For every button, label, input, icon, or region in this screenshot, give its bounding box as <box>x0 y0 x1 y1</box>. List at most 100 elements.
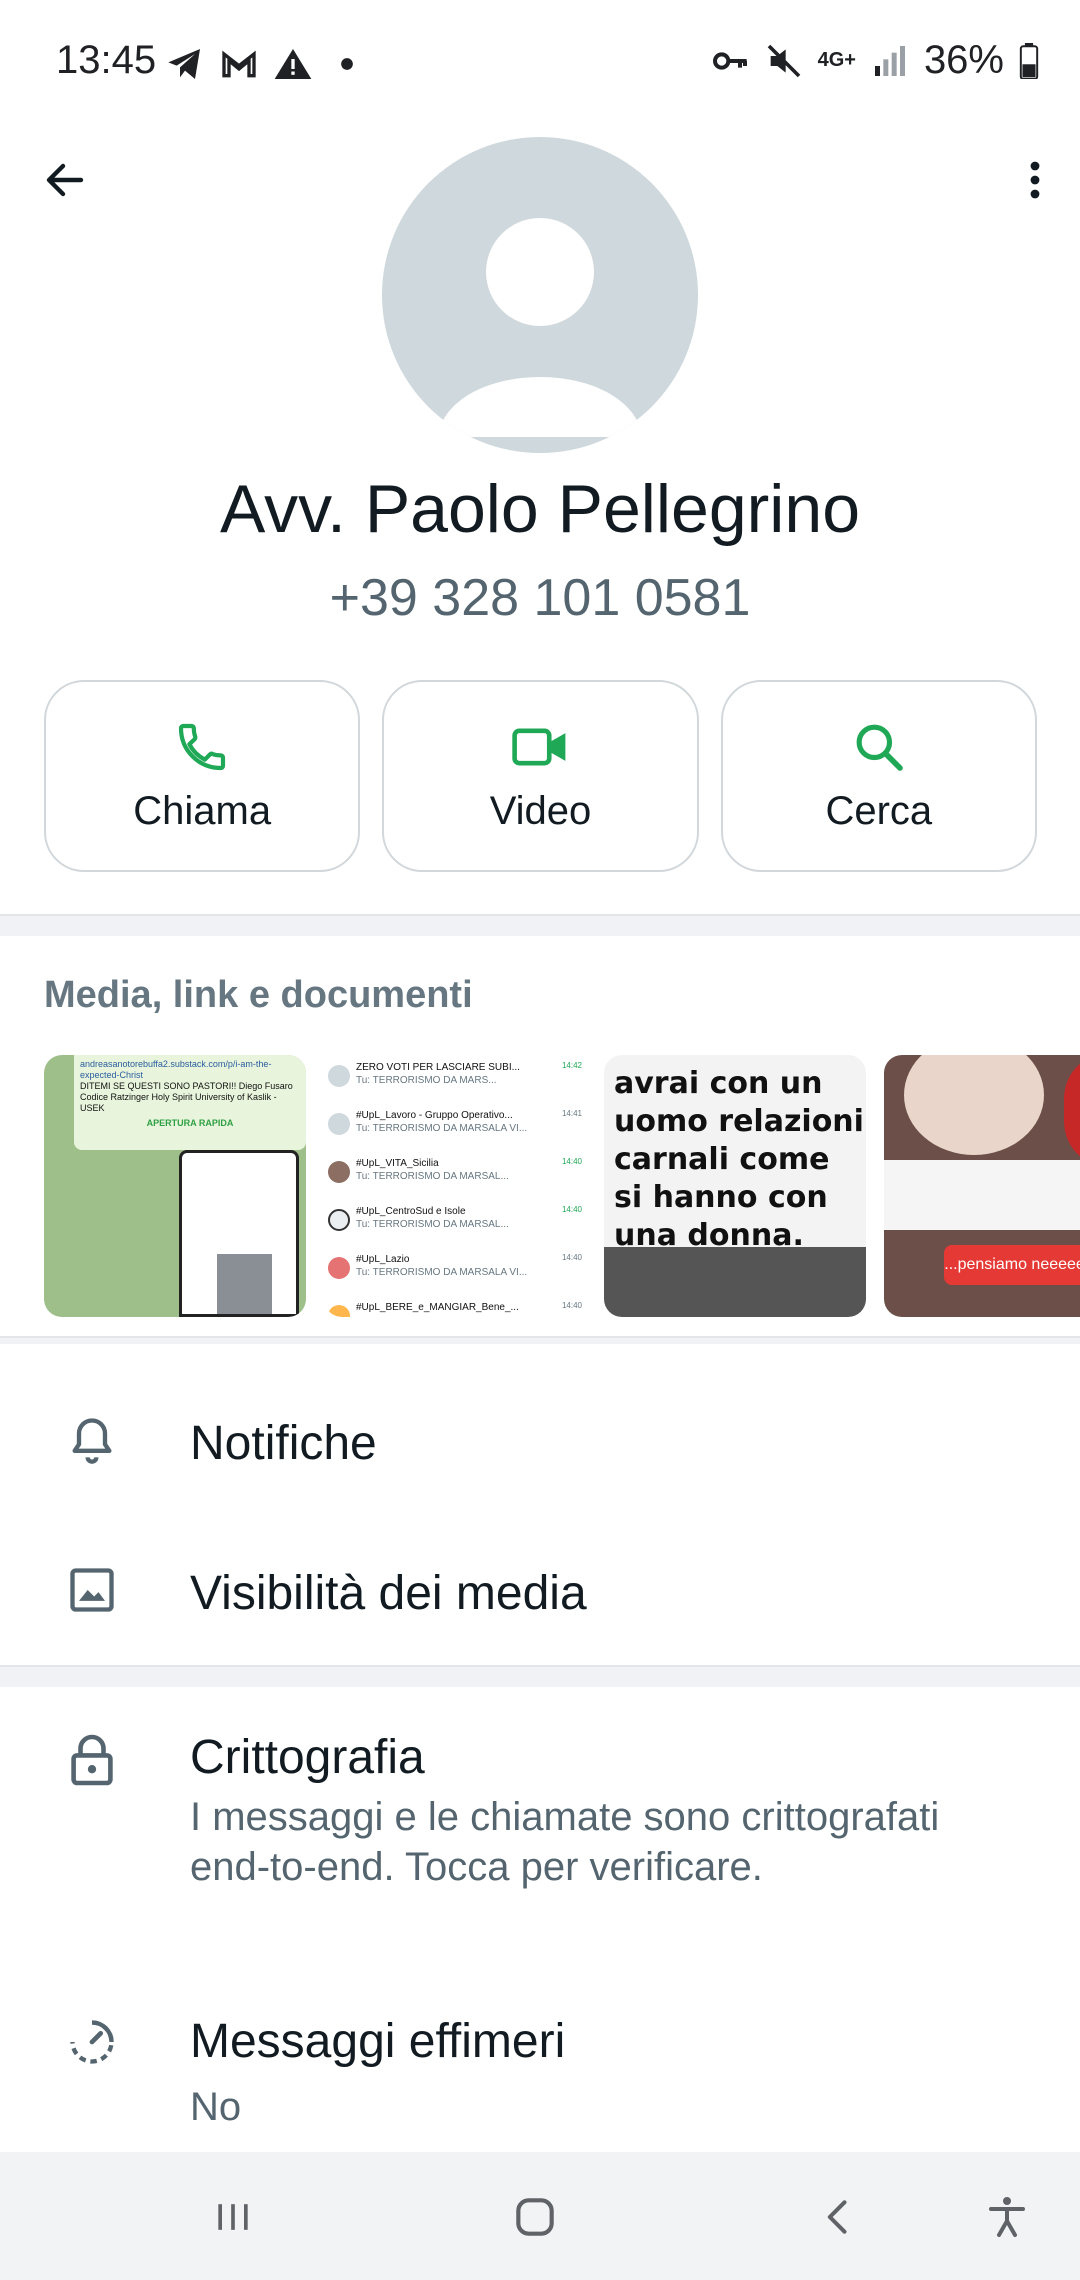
chat-title: #UpL_VITA_Sicilia <box>356 1158 439 1169</box>
chat-preview: Tu: TERRORISMO DA MARSALA VI... <box>356 1123 528 1134</box>
alert-icon <box>274 49 312 79</box>
ephemeral-messages-value: No <box>190 2085 242 2129</box>
media-strip[interactable]: andreasanotorebuffa2.substack.com/p/i-am… <box>44 1055 1080 1317</box>
avatar <box>328 1065 350 1087</box>
avatar <box>328 1161 350 1183</box>
chat-preview: Tu: TERRORISMO DA MARSAL... <box>356 1219 509 1230</box>
chat-title: #UpL_BERE_e_MANGIAR_Bene_... <box>356 1302 519 1313</box>
accessibility-icon <box>989 2197 1025 2237</box>
chat-time: 14:42 <box>561 1061 582 1070</box>
chat-title: ZERO VOTI PER LASCIARE SUBI... <box>356 1062 520 1073</box>
section-divider <box>0 914 1080 936</box>
screenshot-band <box>884 1160 1080 1230</box>
chat-title: #UpL_Lazio <box>356 1254 410 1265</box>
dot-icon <box>341 58 353 70</box>
video-label: Video <box>489 788 592 833</box>
battery-icon <box>1019 42 1039 79</box>
avatar[interactable] <box>382 137 698 453</box>
video-icon <box>512 728 566 765</box>
chat-time: 14:40 <box>561 1157 582 1166</box>
timer-icon <box>62 2012 122 2072</box>
search-button[interactable]: Cerca <box>720 680 1037 872</box>
signal-icon <box>874 45 905 76</box>
media-thumbnail[interactable]: ...pensiamo neeeeee <box>884 1055 1080 1317</box>
photo-region <box>904 1055 1044 1155</box>
video-button[interactable]: Video <box>382 680 699 872</box>
media-visibility-label: Visibilità dei media <box>190 1567 587 1620</box>
media-thumbnail[interactable]: ZERO VOTI PER LASCIARE SUBI... Tu: TERROR… <box>324 1055 586 1317</box>
preview-open-text: APERTURA RAPIDA <box>146 1118 234 1128</box>
avatar <box>328 1209 350 1231</box>
network-4g-icon: 4G+ <box>817 49 856 71</box>
default-avatar-icon <box>437 218 643 437</box>
vpn-key-icon <box>712 51 747 70</box>
preview-body-text: DITEMI SE QUESTI SONO PASTORI!! Diego Fu… <box>80 1081 293 1113</box>
contact-name: Avv. Paolo Pellegrino <box>219 471 861 547</box>
accessibility-button[interactable] <box>972 2182 1042 2252</box>
section-divider <box>0 1336 1080 1344</box>
system-nav-bar <box>0 2152 1080 2280</box>
media-thumbnail[interactable]: andreasanotorebuffa2.substack.com/p/i-am… <box>44 1055 306 1317</box>
avatar <box>328 1257 350 1279</box>
meme-text: avrai con un uomo relazioni carnali come… <box>614 1066 864 1253</box>
telegram-icon <box>168 49 200 79</box>
section-divider <box>0 1665 1080 1687</box>
preview-link-text: andreasanotorebuffa2.substack.com/p/i-am… <box>80 1059 272 1080</box>
chat-preview: Tu: TERRORISMO DA MARSALA VI... <box>356 1267 528 1278</box>
call-button[interactable]: Chiama <box>44 680 361 872</box>
contact-phone: +39 328 101 0581 <box>329 569 751 627</box>
link-preview: andreasanotorebuffa2.substack.com/p/i-am… <box>74 1055 306 1150</box>
back-nav-button[interactable] <box>804 2182 874 2252</box>
recents-icon <box>218 2204 248 2230</box>
avatar <box>328 1113 350 1135</box>
chat-title: #UpL_CentroSud e Isole <box>356 1206 466 1217</box>
call-label: Chiama <box>133 788 272 833</box>
chat-time: 14:40 <box>561 1253 582 1262</box>
back-button[interactable] <box>30 145 100 215</box>
ephemeral-messages-row[interactable]: Messaggi effimeri No <box>0 2000 1080 2140</box>
status-bar: 13:45 4G+ 36% <box>0 0 1080 130</box>
home-icon <box>516 2198 554 2236</box>
list-item: #UpL_Lavoro - Gruppo Operativo... Tu: TER… <box>328 1109 582 1157</box>
photo <box>217 1254 272 1314</box>
lock-icon <box>62 1730 122 1790</box>
chat-time: 14:40 <box>561 1301 582 1310</box>
back-icon <box>827 2200 847 2234</box>
chat-title: #UpL_Lavoro - Gruppo Operativo... <box>356 1110 513 1121</box>
ephemeral-messages-label: Messaggi effimeri <box>190 2015 566 2068</box>
chat-preview: Tu: TERRORISMO DA MARS... <box>356 1075 497 1086</box>
chat-time: 14:41 <box>561 1109 582 1118</box>
chat-preview: Tu: TERRORISMO DA MARSAL... <box>356 1171 509 1182</box>
back-arrow-icon <box>46 163 84 197</box>
status-left-icons <box>165 44 367 84</box>
encryption-description: I messaggi e le chiamate sono crittograf… <box>190 1795 940 1889</box>
more-vert-icon <box>1030 161 1040 199</box>
action-buttons: Chiama Video Cerca <box>44 680 1037 872</box>
phone-icon <box>179 723 226 770</box>
search-icon <box>856 724 903 771</box>
encryption-row[interactable]: Crittografia I messaggi e le chiamate so… <box>0 1710 1080 1950</box>
gmail-icon <box>222 50 256 78</box>
avatar <box>328 1305 350 1317</box>
encryption-label: Crittografia <box>190 1731 425 1784</box>
notifications-row[interactable]: Notifiche <box>0 1380 1080 1510</box>
list-item: #UpL_VITA_Sicilia Tu: TERRORISMO DA MARSA… <box>328 1157 582 1205</box>
list-item: #UpL_BERE_e_MANGIAR_Bene_... 14:40 <box>328 1301 582 1317</box>
image-icon <box>62 1560 122 1620</box>
media-thumbnail[interactable]: avrai con un uomo relazioni carnali come… <box>604 1055 866 1317</box>
list-item: #UpL_Lazio Tu: TERRORISMO DA MARSALA VI..… <box>328 1253 582 1301</box>
battery-percent: 36% <box>923 38 1004 82</box>
list-item: ZERO VOTI PER LASCIARE SUBI... Tu: TERROR… <box>328 1061 582 1109</box>
overlay-bar <box>604 1247 866 1317</box>
phone-screenshot <box>179 1150 299 1317</box>
media-visibility-row[interactable]: Visibilità dei media <box>0 1530 1080 1660</box>
chat-time: 14:40 <box>561 1205 582 1214</box>
list-item: #UpL_CentroSud e Isole Tu: TERRORISMO DA … <box>328 1205 582 1253</box>
recents-button[interactable] <box>198 2182 268 2252</box>
more-options-button[interactable] <box>1000 145 1070 215</box>
status-time: 13:45 <box>56 38 157 82</box>
status-right-icons: 4G+ 36% <box>710 38 1040 83</box>
home-button[interactable] <box>500 2182 570 2252</box>
media-section-title[interactable]: Media, link e documenti <box>44 974 473 1017</box>
search-label: Cerca <box>825 788 933 833</box>
